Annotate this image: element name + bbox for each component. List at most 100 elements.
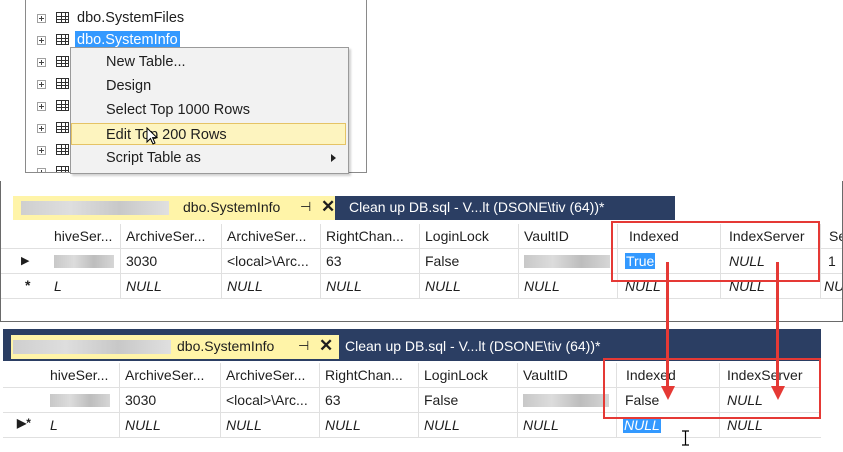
column-header[interactable]: Se	[821, 224, 842, 249]
tree-item-systemfiles[interactable]: dbo.SystemFiles	[26, 8, 366, 30]
row-selector[interactable]: ▶	[1, 249, 54, 274]
menu-item-select-top-1000[interactable]: Select Top 1000 Rows	[71, 99, 346, 121]
table-icon	[56, 166, 69, 172]
arrow-indexed-head-icon	[661, 386, 675, 400]
menu-item-script-table-as[interactable]: Script Table as	[71, 147, 346, 169]
grid-cell[interactable]: 63	[321, 249, 420, 274]
column-header[interactable]: ArchiveSer...	[222, 224, 321, 249]
highlight-box-after	[603, 358, 821, 419]
pin-icon[interactable]: ⊣	[298, 338, 309, 354]
menu-item-edit-top-200[interactable]: Edit Top 200 Rows	[71, 123, 346, 145]
expand-icon[interactable]	[37, 102, 46, 111]
grid-cell[interactable]: L	[50, 413, 120, 438]
menu-item-label: New Table...	[106, 54, 186, 70]
row-selector[interactable]: *	[1, 274, 54, 299]
column-header[interactable]: LoginLock	[419, 363, 518, 388]
arrow-indexed-shaft	[666, 262, 669, 388]
expand-icon[interactable]	[37, 58, 46, 67]
grid-cell[interactable]: NULL	[221, 413, 320, 438]
table-icon	[56, 122, 69, 133]
menu-item-label: Script Table as	[106, 150, 201, 166]
grid-cell[interactable]: NULL	[320, 413, 419, 438]
grid-cell[interactable]	[54, 249, 121, 274]
menu-item-new-table[interactable]: New Table...	[71, 51, 346, 73]
menu-item-design[interactable]: Design	[71, 75, 346, 97]
column-header[interactable]: RightChan...	[321, 224, 420, 249]
row-header-corner	[3, 363, 50, 388]
tab-clean-up-db[interactable]: Clean up DB.sql - V...lt (DSONE\tiv (64)…	[349, 199, 604, 215]
expand-icon[interactable]	[37, 146, 46, 155]
grid-cell[interactable]: 1	[821, 249, 842, 274]
table-icon	[56, 56, 69, 67]
redacted-server-name	[13, 340, 171, 354]
tab-clean-up-db[interactable]: Clean up DB.sql - V...lt (DSONE\tiv (64)…	[345, 338, 600, 354]
close-icon[interactable]: ✕	[319, 336, 333, 356]
column-header[interactable]: hiveSer...	[54, 224, 121, 249]
redacted-value	[523, 394, 609, 407]
menu-item-label: Design	[106, 78, 152, 94]
submenu-arrow-icon	[331, 154, 336, 162]
table-icon	[56, 144, 69, 155]
new-row-icon: *	[25, 277, 31, 293]
redacted-value	[524, 255, 610, 268]
grid-cell[interactable]: NULL	[121, 274, 222, 299]
table-icon	[56, 78, 69, 89]
tab-systeminfo[interactable]: dbo.SystemInfo ⊣ ✕	[13, 196, 335, 220]
grid-cell[interactable]: 3030	[120, 388, 221, 413]
row-selector[interactable]	[3, 388, 50, 413]
arrow-indexserver-shaft	[776, 262, 779, 388]
grid-cell[interactable]: NULL	[519, 274, 618, 299]
grid-cell[interactable]: NULL	[420, 274, 519, 299]
column-header[interactable]: ArchiveSer...	[120, 363, 221, 388]
column-header[interactable]: ArchiveSer...	[121, 224, 222, 249]
highlight-box-before	[611, 221, 820, 282]
column-header[interactable]: hiveSer...	[50, 363, 120, 388]
arrow-indexserver-head-icon	[771, 386, 785, 400]
column-header[interactable]: ArchiveSer...	[221, 363, 320, 388]
grid-cell[interactable]	[50, 388, 120, 413]
grid-cell[interactable]: L	[54, 274, 121, 299]
tab-systeminfo[interactable]: dbo.SystemInfo ⊣ ✕	[11, 335, 339, 359]
context-menu: New Table... Design Select Top 1000 Rows…	[70, 47, 349, 174]
current-row-icon: ▶	[21, 255, 30, 267]
grid-cell[interactable]: 3030	[121, 249, 222, 274]
grid-cell[interactable]: NULL	[419, 413, 518, 438]
close-icon[interactable]: ✕	[321, 197, 335, 217]
table-icon	[56, 34, 69, 45]
column-header[interactable]: LoginLock	[420, 224, 519, 249]
current-new-row-icon: ▶*	[17, 416, 31, 430]
row-header-corner	[1, 224, 54, 249]
pin-icon[interactable]: ⊣	[300, 199, 311, 215]
expand-icon[interactable]	[37, 36, 46, 45]
grid-cell[interactable]: <local>\Arc...	[221, 388, 320, 413]
grid-cell[interactable]: <local>\Arc...	[222, 249, 321, 274]
mouse-cursor-icon	[146, 127, 159, 145]
grid-cell[interactable]: False	[419, 388, 518, 413]
text-cursor-icon	[682, 430, 689, 446]
expand-icon[interactable]	[37, 124, 46, 133]
expand-icon[interactable]	[37, 168, 46, 172]
expand-icon[interactable]	[37, 14, 46, 23]
grid-cell[interactable]	[519, 249, 618, 274]
row-selector[interactable]: ▶*	[3, 413, 50, 438]
redacted-server-name	[21, 201, 169, 215]
redacted-value	[54, 255, 114, 268]
tab-title: dbo.SystemInfo	[177, 338, 275, 354]
table-icon	[56, 100, 69, 111]
redacted-value	[50, 394, 110, 407]
document-tab-strip: dbo.SystemInfo ⊣ ✕ Clean up DB.sql - V..…	[3, 329, 821, 361]
menu-item-label: Edit Top 200 Rows	[106, 127, 227, 143]
menu-item-label: Select Top 1000 Rows	[106, 102, 251, 118]
grid-cell[interactable]: 63	[320, 388, 419, 413]
column-header[interactable]: VaultID	[519, 224, 618, 249]
grid-cell[interactable]: NULL	[222, 274, 321, 299]
tree-item-label: dbo.SystemFiles	[77, 10, 185, 26]
expand-icon[interactable]	[37, 80, 46, 89]
column-header[interactable]: RightChan...	[320, 363, 419, 388]
table-icon	[56, 12, 69, 23]
grid-cell[interactable]: NULL	[321, 274, 420, 299]
grid-cell[interactable]: NULL	[120, 413, 221, 438]
grid-cell[interactable]: False	[420, 249, 519, 274]
grid-cell[interactable]: NU	[821, 274, 842, 299]
selected-cell-text: NULL	[623, 417, 661, 433]
